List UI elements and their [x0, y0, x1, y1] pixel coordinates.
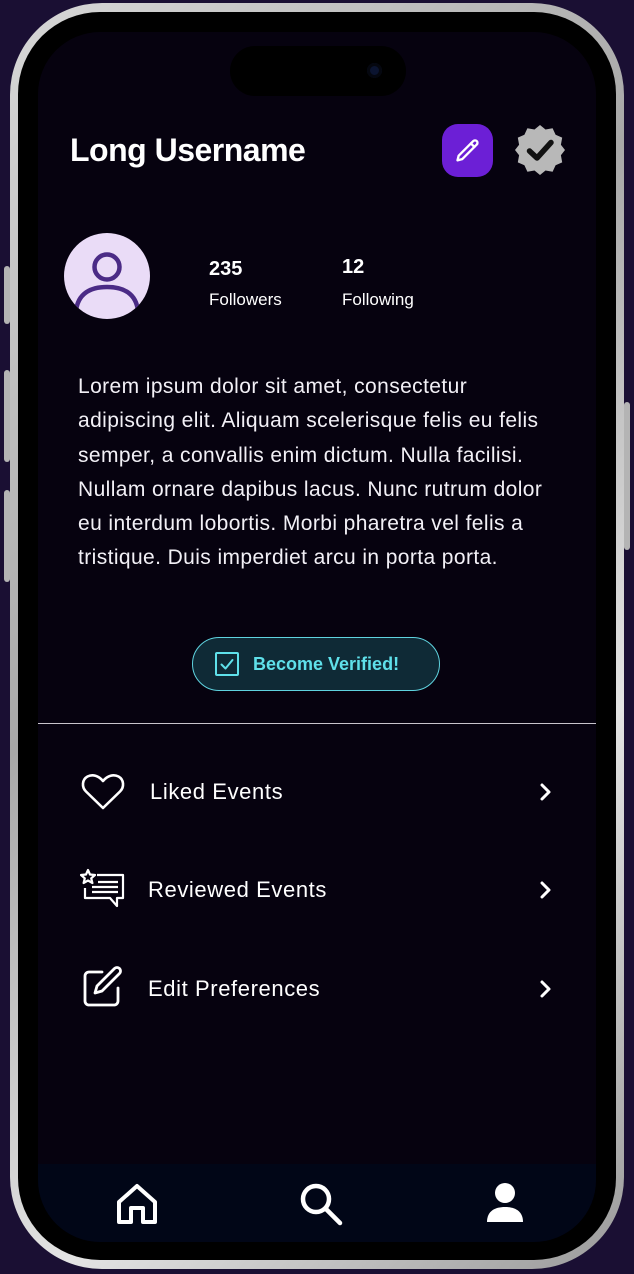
menu-item-reviewed-events[interactable]: Reviewed Events — [38, 855, 596, 925]
checkbox-icon — [215, 652, 239, 676]
avatar[interactable] — [64, 233, 150, 319]
app-screen: Long Username 235 Followers 12 Following… — [38, 32, 596, 1242]
section-divider — [38, 723, 596, 724]
pencil-icon — [455, 138, 479, 161]
menu-item-label: Edit Preferences — [148, 976, 321, 1001]
become-verified-button[interactable]: Become Verified! — [192, 637, 440, 691]
home-icon[interactable] — [113, 1180, 161, 1228]
chevron-right-icon — [540, 783, 551, 801]
edit-square-icon — [83, 966, 122, 1007]
following-label: Following — [342, 290, 414, 309]
become-verified-label: Become Verified! — [253, 653, 400, 674]
chevron-right-icon — [540, 881, 551, 899]
menu-item-liked-events[interactable]: Liked Events — [38, 757, 596, 827]
search-icon[interactable] — [297, 1180, 345, 1228]
camera-icon — [367, 63, 382, 78]
menu-item-edit-preferences[interactable]: Edit Preferences — [38, 954, 596, 1024]
following-count: 12 — [342, 256, 365, 278]
side-button-volume-down — [4, 490, 10, 582]
menu-item-label: Reviewed Events — [148, 877, 327, 902]
bottom-nav — [38, 1164, 596, 1242]
followers-count: 235 — [209, 258, 243, 280]
menu-item-label: Liked Events — [150, 779, 284, 804]
verified-badge-icon[interactable] — [514, 124, 566, 176]
review-icon — [80, 868, 125, 908]
profile-bio: Lorem ipsum dolor sit amet, consectetur … — [78, 375, 543, 570]
chevron-right-icon — [540, 980, 551, 998]
dynamic-island — [230, 46, 406, 96]
following-stat[interactable]: 12 Following — [342, 256, 414, 310]
side-button-power — [624, 402, 630, 550]
followers-stat[interactable]: 235 Followers — [209, 258, 282, 310]
followers-label: Followers — [209, 290, 282, 309]
heart-icon — [81, 774, 125, 810]
side-button-volume-up — [4, 370, 10, 462]
page-title: Long Username — [70, 132, 306, 168]
person-outline-icon — [73, 252, 141, 312]
side-button-mute — [4, 266, 10, 324]
edit-profile-button[interactable] — [442, 124, 493, 177]
person-icon[interactable] — [481, 1180, 529, 1228]
